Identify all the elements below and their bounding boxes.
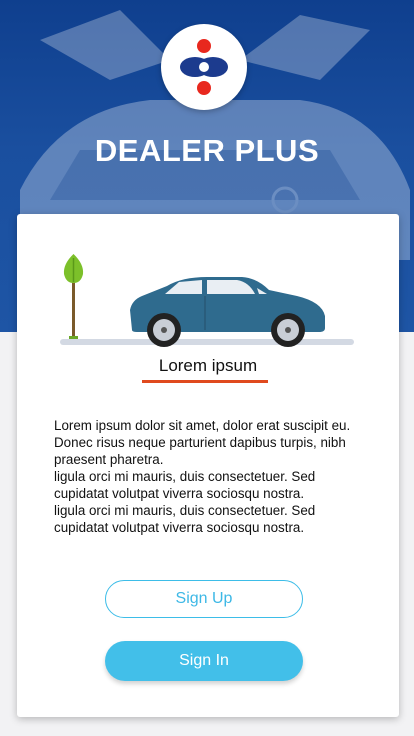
- card-heading: Lorem ipsum: [158, 356, 258, 375]
- car-icon: [130, 277, 325, 347]
- app-title: DEALER PLUS: [94, 133, 320, 168]
- heading-underline: [142, 380, 268, 383]
- sign-in-button[interactable]: Sign In: [105, 641, 303, 681]
- dealer-plus-logo-icon: [161, 24, 247, 110]
- welcome-card: Lorem ipsum Lorem ipsum dolor sit amet, …: [17, 214, 399, 717]
- sign-up-button[interactable]: Sign Up: [105, 580, 303, 618]
- tree-icon: [63, 254, 84, 340]
- card-description: Lorem ipsum dolor sit amet, dolor erat s…: [54, 418, 351, 535]
- car-illustration: [60, 254, 354, 347]
